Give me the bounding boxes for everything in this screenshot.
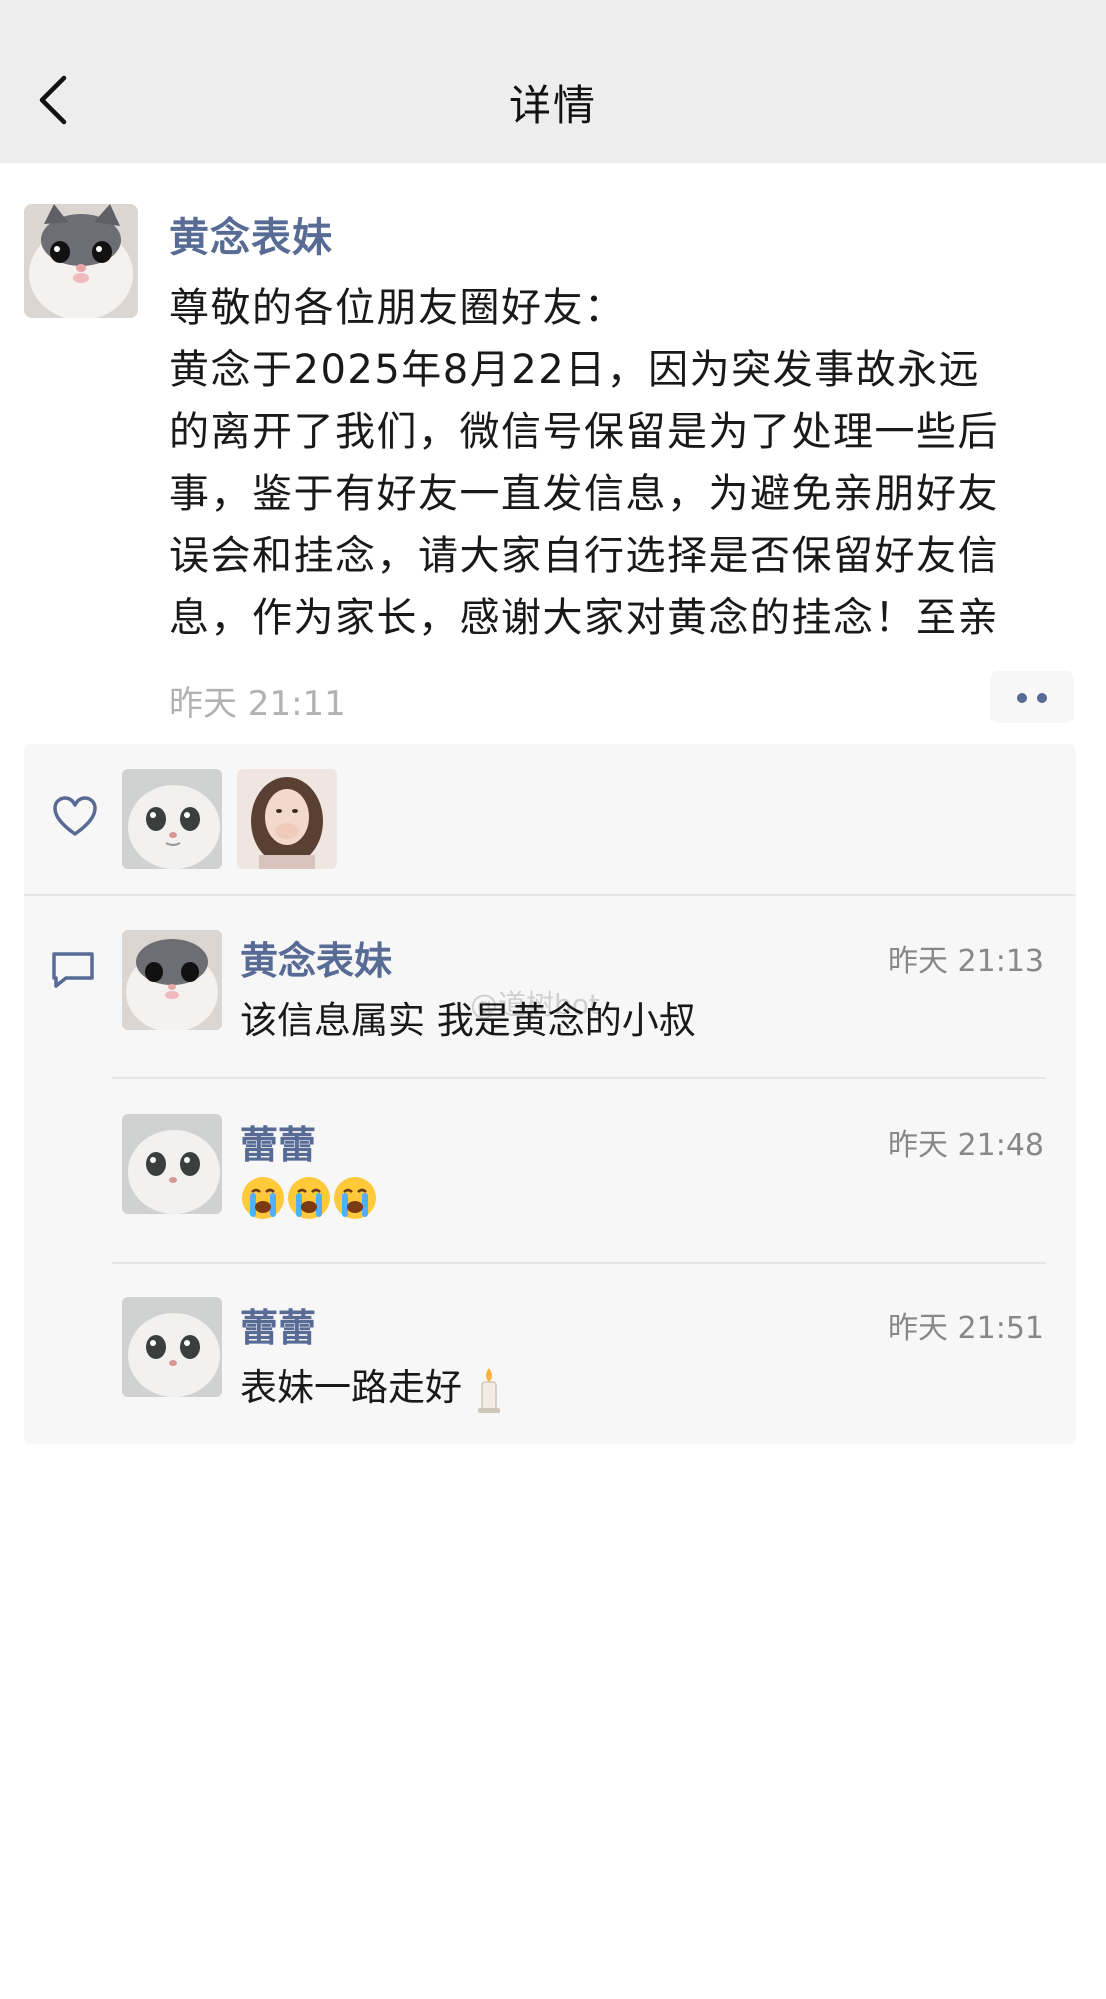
comment-author[interactable]: 蕾蕾 [240, 1297, 316, 1352]
post-line: 误会和挂念，请大家自行选择是否保留好友信 [169, 533, 999, 579]
liker-avatar-girl[interactable] [237, 769, 337, 869]
liker-avatar-cat[interactable] [122, 769, 222, 869]
comment-item[interactable]: 蕾蕾 昨天 21:51 表妹一路走好 [24, 1297, 1076, 1477]
divider [112, 1077, 1046, 1079]
comment-avatar[interactable] [122, 1114, 222, 1214]
watermark: @道树bot [470, 988, 600, 1021]
comment-item[interactable]: 蕾蕾 昨天 21:48 [24, 1114, 1076, 1294]
comment-author[interactable]: 黄念表妹 [240, 930, 392, 985]
cat-avatar-image [122, 769, 222, 869]
crying-face-icon [288, 1176, 330, 1219]
candle-icon [477, 1367, 500, 1413]
divider [24, 894, 1076, 896]
comment-text-body: 表妹一路走好 [240, 1366, 462, 1409]
post-line: 的离开了我们，微信号保留是为了处理一些后 [169, 409, 999, 455]
girl-avatar-image [237, 769, 337, 869]
comment-avatar[interactable] [122, 930, 222, 1030]
comment-text [240, 1174, 378, 1221]
post-author-name[interactable]: 黄念表妹 [169, 205, 333, 263]
comment-time: 昨天 21:48 [888, 1128, 1044, 1163]
page-title: 详情 [508, 81, 597, 130]
kitten-avatar-image [24, 204, 138, 318]
post-time: 昨天 21:11 [169, 684, 346, 724]
divider [112, 1262, 1046, 1264]
comment-time: 昨天 21:51 [888, 1311, 1044, 1346]
cat-avatar-image [122, 1297, 222, 1397]
dot [1017, 693, 1027, 703]
comment-time: 昨天 21:13 [888, 944, 1044, 979]
more-dots-icon[interactable] [990, 671, 1074, 723]
post-author-avatar[interactable] [24, 204, 138, 318]
crying-face-icon [242, 1176, 284, 1219]
post-line: 息，作为家长，感谢大家对黄念的挂念！至亲 [169, 595, 999, 641]
crying-face-icon [334, 1176, 376, 1219]
comment-text: 该信息属实 我是黄念的小叔 [240, 999, 696, 1042]
kitten-avatar-image [122, 930, 222, 1030]
comment-text: 表妹一路走好 [240, 1357, 504, 1414]
post-line: 事，鉴于有好友一直发信息，为避免亲朋好友 [169, 471, 999, 517]
heart-icon [53, 796, 97, 836]
post-content: 尊敬的各位朋友圈好友： 黄念于2025年8月22日，因为突发事故永远 的离开了我… [169, 277, 1079, 649]
dot [1037, 693, 1047, 703]
nav-bar: 详情 [0, 0, 1106, 163]
comment-avatar[interactable] [122, 1297, 222, 1397]
interaction-panel: 黄念表妹 昨天 21:13 该信息属实 我是黄念的小叔 蕾蕾 昨天 21:48 [24, 744, 1076, 1444]
cat-avatar-image [122, 1114, 222, 1214]
comment-author[interactable]: 蕾蕾 [240, 1114, 316, 1169]
post-line: 黄念于2025年8月22日，因为突发事故永远 [169, 347, 981, 393]
post-line: 尊敬的各位朋友圈好友： [169, 285, 626, 331]
